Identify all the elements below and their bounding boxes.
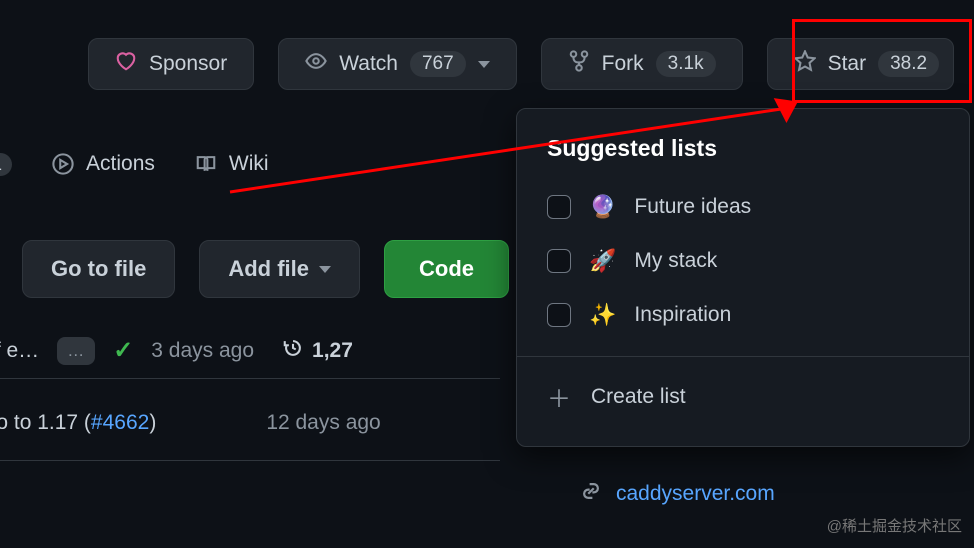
commit-message-fragment: lress if e… [0,339,39,363]
divider [0,378,500,379]
create-list-button[interactable]: ＋ Create list [517,356,969,422]
star-label: Star [828,52,867,76]
caret-down-icon [478,61,490,68]
checkbox[interactable] [547,303,571,327]
tab-wiki[interactable]: Wiki [195,152,269,176]
sponsor-button[interactable]: Sponsor [88,38,254,90]
checkbox[interactable] [547,195,571,219]
caret-down-icon [319,266,331,273]
list-item-label: Inspiration [634,303,731,327]
sponsor-label: Sponsor [149,52,227,76]
link-icon [580,480,602,508]
actions-label: Actions [86,152,155,176]
dropdown-title: Suggested lists [517,135,969,180]
watermark: @稀土掘金技术社区 [827,515,962,536]
list-item[interactable]: ✨ Inspiration [517,288,969,342]
rocket-icon: 🚀 [589,248,616,274]
star-count: 38.2 [878,51,939,77]
commit-time: 12 days ago [266,411,380,435]
watch-label: Watch [339,52,398,76]
star-lists-dropdown: Suggested lists 🔮 Future ideas 🚀 My stac… [516,108,970,447]
code-button[interactable]: Code [384,240,509,298]
check-icon: ✓ [113,336,133,365]
pr-count: 11 [0,153,12,176]
add-file-button[interactable]: Add file [199,240,360,298]
watch-count: 767 [410,51,466,77]
divider [0,460,500,461]
list-item-label: My stack [634,249,717,273]
history-icon [282,337,304,365]
watch-button[interactable]: Watch 767 [278,38,516,90]
eye-icon [305,50,327,78]
website-url: caddyserver.com [616,482,775,506]
sparkles-icon: ✨ [589,302,616,328]
plus-icon: ＋ [547,379,571,414]
fork-count: 3.1k [656,51,716,77]
commit-message: um Go to 1.17 (#4662) [0,411,156,435]
fork-button[interactable]: Fork 3.1k [541,38,743,90]
wiki-label: Wiki [229,152,269,176]
list-item-label: Future ideas [634,195,751,219]
list-item[interactable]: 🚀 My stack [517,234,969,288]
checkbox[interactable] [547,249,571,273]
fork-icon [568,50,590,78]
pr-link[interactable]: #4662 [91,411,149,434]
commit-count: 1,27 [312,339,353,363]
star-icon [794,50,816,78]
go-to-file-button[interactable]: Go to file [22,240,175,298]
tab-pull-requests[interactable]: ts 11 [0,152,12,176]
star-button[interactable]: Star 38.2 [767,38,955,90]
commit-time: 3 days ago [151,339,254,363]
kebab-icon[interactable]: … [57,337,95,365]
heart-icon [115,50,137,78]
list-item[interactable]: 🔮 Future ideas [517,180,969,234]
crystal-ball-icon: 🔮 [589,194,616,220]
tab-actions[interactable]: Actions [52,152,155,176]
repo-website-link[interactable]: caddyserver.com [580,480,775,508]
fork-label: Fork [602,52,644,76]
